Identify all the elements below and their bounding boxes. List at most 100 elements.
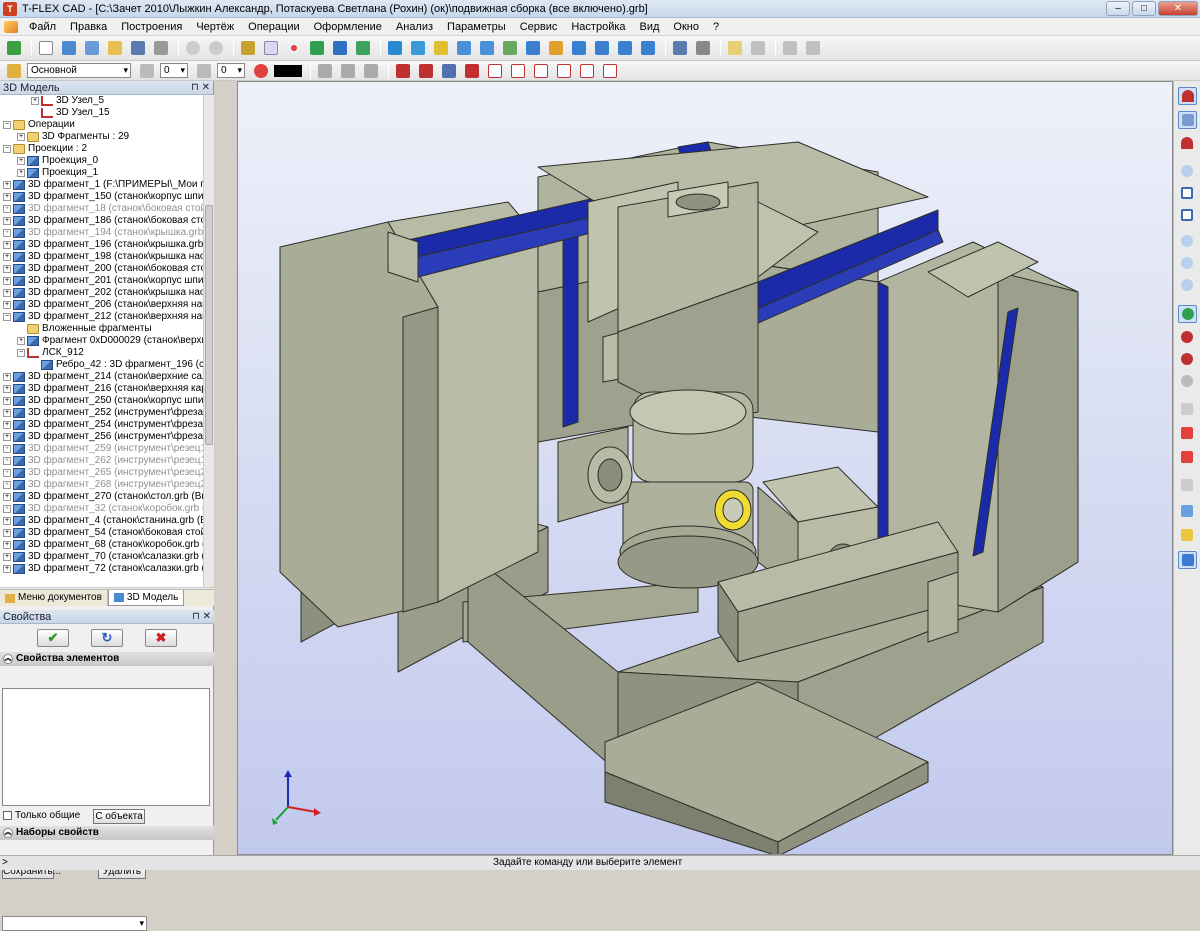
tree-item[interactable]: +3D фрагмент_32 (станок\коробок.grb (Вну… <box>0 503 203 515</box>
expand-toggle-icon[interactable]: + <box>3 433 11 441</box>
menu-file[interactable]: Файл <box>22 21 63 33</box>
tree-item[interactable]: +3D фрагмент_70 (станок\салазки.grb (Вну… <box>0 551 203 563</box>
tree-item[interactable]: − Проекции : 2 <box>0 143 203 155</box>
expand-toggle-icon[interactable]: + <box>17 133 25 141</box>
zoom-out-icon[interactable] <box>1178 255 1197 273</box>
shell-icon[interactable] <box>592 39 612 57</box>
zoom-in-icon[interactable] <box>1178 163 1197 181</box>
tree-item[interactable]: − Операции <box>0 119 203 131</box>
expand-toggle-icon[interactable]: + <box>17 337 25 345</box>
tree-item[interactable]: +3D фрагмент_214 (станок\верхние салазки <box>0 371 203 383</box>
tree-item[interactable]: +3D фрагмент_250 (станок\корпус шпинделя <box>0 395 203 407</box>
pin-close-icon[interactable]: ⊓ ✕ <box>191 81 210 95</box>
workplane-icon[interactable] <box>238 39 258 57</box>
expand-toggle-icon[interactable]: + <box>3 289 11 297</box>
menu-window[interactable]: Окно <box>666 21 706 33</box>
from-object-button[interactable]: С объекта <box>93 809 145 824</box>
minimize-button[interactable]: – <box>1106 1 1130 16</box>
magnet-2-icon[interactable] <box>1178 135 1197 153</box>
tree-item[interactable]: + Фрагмент 0xD000029 (станок\верхняя н <box>0 335 203 347</box>
expand-toggle-icon[interactable]: + <box>3 565 11 573</box>
only-common-checkbox[interactable]: Только общие <box>3 810 80 821</box>
new-3d-icon[interactable] <box>59 39 79 57</box>
tree-item[interactable]: − 3D фрагмент_212 (станок\верхняя направл <box>0 311 203 323</box>
tree-item[interactable]: +3D фрагмент_4 (станок\станина.grb (Внут… <box>0 515 203 527</box>
level-min-field[interactable]: 0 <box>160 63 188 78</box>
report-icon[interactable] <box>725 39 745 57</box>
filter-6-icon[interactable] <box>508 62 528 80</box>
table-icon[interactable] <box>748 39 768 57</box>
tree-item[interactable]: +3D фрагмент_265 (инструмент\резец2.grb … <box>0 467 203 479</box>
menu-parameters[interactable]: Параметры <box>440 21 513 33</box>
print-icon[interactable] <box>151 39 171 57</box>
rotate-icon[interactable] <box>1178 305 1197 323</box>
save-icon[interactable] <box>128 39 148 57</box>
copy-view-icon[interactable] <box>1178 401 1197 419</box>
expand-toggle-icon[interactable]: + <box>3 517 11 525</box>
tree-item[interactable]: +3D фрагмент_150 (станок\корпус шпинделя <box>0 191 203 203</box>
expand-toggle-icon[interactable]: − <box>17 349 25 357</box>
close-button[interactable]: ✕ <box>1158 1 1198 16</box>
expand-toggle-icon[interactable]: + <box>3 457 11 465</box>
measure-icon[interactable] <box>670 39 690 57</box>
zoom-window-icon[interactable] <box>1178 185 1197 203</box>
expand-toggle-icon[interactable]: + <box>3 481 11 489</box>
menu-construct[interactable]: Построения <box>114 21 189 33</box>
tree-item[interactable]: +3D фрагмент_198 (станок\крышка наоборот <box>0 251 203 263</box>
expand-toggle-icon[interactable]: + <box>3 529 11 537</box>
expand-toggle-icon[interactable]: + <box>3 229 11 237</box>
tree-item[interactable]: +3D фрагмент_196 (станок\крышка.grb (Вну… <box>0 239 203 251</box>
tree-item[interactable]: +3D фрагмент_201 (станок\корпус шпинделя <box>0 275 203 287</box>
property-sets-section[interactable]: ︽ Наборы свойств <box>0 826 214 840</box>
expand-toggle-icon[interactable]: + <box>3 445 11 453</box>
tree-item[interactable]: +3D фрагмент_270 (станок\стол.grb (Внутр… <box>0 491 203 503</box>
tree-item[interactable]: Ребро_42 : 3D фрагмент_196 (станок <box>0 359 203 371</box>
pipe-icon[interactable] <box>500 39 520 57</box>
tree-item[interactable]: +3D фрагмент_206 (станок\верхняя направл <box>0 299 203 311</box>
command-prompt[interactable]: > <box>2 856 8 870</box>
snap-off-icon[interactable] <box>1178 111 1197 129</box>
expand-toggle-icon[interactable]: + <box>3 253 11 261</box>
filter-9-icon[interactable] <box>577 62 597 80</box>
expand-toggle-icon[interactable]: + <box>3 277 11 285</box>
tree-item[interactable]: +3D фрагмент_200 (станок\боковая стойка.… <box>0 263 203 275</box>
zoom-prev-icon[interactable] <box>1178 277 1197 295</box>
loft-icon[interactable] <box>454 39 474 57</box>
tree-item[interactable]: +3D фрагмент_252 (инструмент\фреза.grb (… <box>0 407 203 419</box>
tree-item[interactable]: + Проекция_1 <box>0 167 203 179</box>
tree-item[interactable]: +3D фрагмент_1 (F:\ПРИМЕРЫ\_Мои примеры <box>0 179 203 191</box>
menu-service[interactable]: Сервис <box>513 21 565 33</box>
tab-3d-model[interactable]: 3D Модель <box>107 590 185 606</box>
mirror-icon[interactable] <box>638 39 658 57</box>
chamfer-icon[interactable] <box>569 39 589 57</box>
filter-3-icon[interactable] <box>439 62 459 80</box>
tree-item[interactable]: +3D фрагмент_186 (станок\боковая стойка.… <box>0 215 203 227</box>
expand-toggle-icon[interactable]: + <box>17 157 25 165</box>
tab-documents-menu[interactable]: Меню документов <box>0 590 108 606</box>
menu-drawing[interactable]: Чертёж <box>189 21 241 33</box>
maximize-button[interactable]: □ <box>1132 1 1156 16</box>
expand-toggle-icon[interactable]: + <box>3 553 11 561</box>
calendar-icon[interactable] <box>82 39 102 57</box>
properties-pin-close-icon[interactable]: ⊓ ✕ <box>192 610 211 624</box>
new-file-icon[interactable] <box>36 39 56 57</box>
menu-view[interactable]: Вид <box>633 21 667 33</box>
tree-item[interactable]: +3D Узел_5 <box>0 95 203 107</box>
app-icon[interactable]: T <box>3 1 17 16</box>
properties-list[interactable] <box>2 688 210 806</box>
redo-icon[interactable] <box>206 39 226 57</box>
cube-view-icon[interactable] <box>1178 503 1197 521</box>
boolean-icon[interactable] <box>431 39 451 57</box>
pan-icon[interactable] <box>1178 329 1197 347</box>
expand-toggle-icon[interactable]: + <box>3 373 11 381</box>
expand-toggle-icon[interactable]: + <box>3 217 11 225</box>
tree-item[interactable]: +3D фрагмент_254 (инструмент\фреза.grb (… <box>0 419 203 431</box>
expand-toggle-icon[interactable]: + <box>3 205 11 213</box>
level-max-field[interactable]: 0 <box>217 63 245 78</box>
snap-node-icon[interactable] <box>315 62 335 80</box>
tree-item[interactable]: +3D Фрагменты : 29 <box>0 131 203 143</box>
ok-button[interactable]: ✔ <box>37 629 69 647</box>
tree-item[interactable]: +3D фрагмент_202 (станок\крышка наоборот <box>0 287 203 299</box>
document-icon[interactable] <box>4 20 18 33</box>
copy-icon[interactable] <box>353 39 373 57</box>
